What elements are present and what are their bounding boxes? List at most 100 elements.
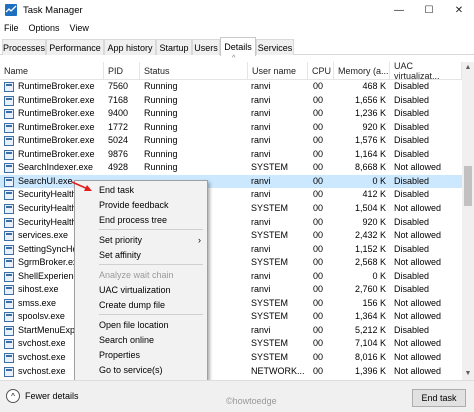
scroll-down-icon[interactable]: ▼ xyxy=(462,368,474,380)
table-row[interactable]: RuntimeBroker.exe 7560 Running ranvi 00 468 K… xyxy=(0,80,462,94)
tab-users[interactable]: Users xyxy=(192,39,220,55)
tab-processes[interactable]: Processes xyxy=(2,39,46,55)
column-user-name[interactable]: User name xyxy=(248,62,308,80)
fewer-details-link[interactable]: ^ Fewer details xyxy=(6,389,79,403)
cell-cpu: 00 xyxy=(313,324,324,335)
process-icon xyxy=(4,109,14,120)
cell-mem: 2,760 K xyxy=(354,284,386,295)
table-row[interactable]: RuntimeBroker.exe 1772 Running ranvi 00 920 K… xyxy=(0,121,462,135)
maximize-button[interactable]: ☐ xyxy=(414,0,444,20)
column-pid[interactable]: PID xyxy=(104,62,140,80)
cell-user: SYSTEM xyxy=(251,230,289,241)
cell-user: ranvi xyxy=(251,270,271,281)
cell-pid: 1772 xyxy=(108,121,129,132)
cell-user: NETWORK... xyxy=(251,365,305,376)
cell-user: SYSTEM xyxy=(251,352,289,362)
table-row[interactable]: SearchUI.exe ranvi 00 0 K Disabled xyxy=(0,174,462,189)
ctx-item-set-priority[interactable]: Set priority › xyxy=(75,234,207,247)
cell-uac: Not allowed xyxy=(394,202,442,213)
tab-services[interactable]: Services xyxy=(256,39,294,55)
ctx-item-properties[interactable]: Properties xyxy=(75,349,207,362)
cell-uac: Not allowed xyxy=(394,297,442,308)
cell-uac: Not allowed xyxy=(394,257,442,268)
table-row[interactable]: ShellExperience... ranvi 00 0 K Disabled xyxy=(0,270,462,284)
table-row[interactable]: SecurityHealthS... SYSTEM 00 1,504 K Not all… xyxy=(0,202,462,216)
table-row[interactable]: smss.exe SYSTEM 00 156 K Not allowed xyxy=(0,297,462,311)
cell-user: ranvi xyxy=(251,284,271,295)
cell-uac: Not allowed xyxy=(394,230,442,241)
table-row[interactable]: SearchIndexer.exe 4928 Running SYSTEM 00 8,66… xyxy=(0,161,462,175)
cell-mem: 1,576 K xyxy=(354,135,386,146)
chevron-up-icon: ^ xyxy=(6,389,20,403)
ctx-item-go-to-services[interactable]: Go to service(s) xyxy=(75,364,207,377)
cell-cpu: 00 xyxy=(313,230,324,241)
ctx-item-search-online[interactable]: Search online xyxy=(75,334,207,347)
scrollbar-thumb[interactable] xyxy=(464,166,472,206)
ctx-item-label: Search online xyxy=(99,335,155,345)
cell-status: Running xyxy=(144,135,178,146)
tab-details[interactable]: Details xyxy=(220,37,256,56)
table-row[interactable]: RuntimeBroker.exe 9876 Running ranvi 00 1,164… xyxy=(0,148,462,162)
column-memory[interactable]: Memory (a... xyxy=(334,62,390,80)
fewer-details-label: Fewer details xyxy=(25,391,79,401)
process-icon xyxy=(4,95,14,106)
table-row[interactable]: sihost.exe ranvi 00 2,760 K Disabled xyxy=(0,283,462,297)
process-icon xyxy=(4,258,14,269)
end-task-button[interactable]: End task xyxy=(412,389,466,407)
scroll-up-icon[interactable]: ▲ xyxy=(462,62,474,74)
ctx-item-open-file-location[interactable]: Open file location xyxy=(75,319,207,332)
cell-status: Running xyxy=(144,94,178,105)
table-row[interactable]: RuntimeBroker.exe 7168 Running ranvi 00 1,656… xyxy=(0,94,462,108)
process-icon xyxy=(4,82,14,92)
table-row[interactable]: SecurityHealthS... ranvi 00 920 K Disabled xyxy=(0,216,462,230)
ctx-item-uac-virtualization[interactable]: UAC virtualization xyxy=(75,284,207,297)
process-icon xyxy=(4,217,14,228)
column-uac-virtualization[interactable]: UAC virtualizat... xyxy=(390,61,462,81)
table-row[interactable]: services.exe SYSTEM 00 2,432 K Not allowed xyxy=(0,229,462,243)
cell-uac: Not allowed xyxy=(394,352,442,362)
cell-mem: 2,432 K xyxy=(354,230,386,241)
vertical-scrollbar[interactable]: ▲ ▼ xyxy=(462,62,474,380)
cell-mem: 1,396 K xyxy=(354,365,386,376)
cell-cpu: 00 xyxy=(313,243,324,254)
cell-uac: Not allowed xyxy=(394,338,442,349)
table-row[interactable]: RuntimeBroker.exe 9400 Running ranvi 00 1,236… xyxy=(0,107,462,121)
cell-user: ranvi xyxy=(251,216,271,227)
table-row[interactable]: RuntimeBroker.exe 5024 Running ranvi 00 1,576… xyxy=(0,134,462,148)
menu-view[interactable]: View xyxy=(70,23,89,33)
table-row[interactable]: StartMenuExpe... ranvi 00 5,212 K Disabled xyxy=(0,324,462,338)
ctx-item-set-affinity[interactable]: Set affinity xyxy=(75,249,207,262)
ctx-item-end-process-tree[interactable]: End process tree xyxy=(75,214,207,227)
table-row[interactable]: SgrmBroker.exe SYSTEM 00 2,568 K Not allowed xyxy=(0,256,462,270)
tab-app-history[interactable]: App history xyxy=(104,39,156,55)
tab-performance[interactable]: Performance xyxy=(46,39,104,55)
ctx-item-end-task[interactable]: End task xyxy=(75,184,207,197)
table-row[interactable]: SettingSyncHos... ranvi 00 1,152 K Disabled xyxy=(0,243,462,257)
column-name[interactable]: Name xyxy=(0,62,104,80)
ctx-item-provide-feedback[interactable]: Provide feedback xyxy=(75,199,207,212)
process-icon xyxy=(4,271,14,282)
table-row[interactable]: svchost.exe SYSTEM 00 7,104 K Not allowed xyxy=(0,337,462,351)
column-cpu[interactable]: CPU xyxy=(308,62,334,80)
tab-startup[interactable]: Startup xyxy=(156,39,192,55)
cell-cpu: 00 xyxy=(313,135,324,146)
ctx-item-label: Provide feedback xyxy=(99,200,169,210)
menu-options[interactable]: Options xyxy=(29,23,60,33)
table-row[interactable]: svchost.exe NETWORK... 00 1,396 K Not allowe… xyxy=(0,365,462,379)
cell-user: SYSTEM xyxy=(251,162,289,173)
column-status[interactable]: Status xyxy=(140,62,248,80)
minimize-button[interactable]: — xyxy=(384,0,414,20)
table-row[interactable]: svchost.exe SYSTEM 00 8,016 K Not allowed xyxy=(0,351,462,365)
sort-indicator-icon: ^ xyxy=(232,55,236,62)
process-icon xyxy=(4,190,14,201)
cell-uac: Disabled xyxy=(394,81,430,91)
cell-name: RuntimeBroker.exe xyxy=(18,121,95,132)
cell-mem: 412 K xyxy=(362,189,386,200)
close-button[interactable]: ✕ xyxy=(444,0,474,20)
process-icon xyxy=(4,149,14,160)
table-row[interactable]: SecurityHealthH... ranvi 00 412 K Disabled xyxy=(0,188,462,202)
ctx-item-create-dump-file[interactable]: Create dump file xyxy=(75,299,207,312)
cell-mem: 1,236 K xyxy=(354,108,386,119)
table-row[interactable]: spoolsv.exe SYSTEM 00 1,364 K Not allowed xyxy=(0,310,462,324)
menu-file[interactable]: File xyxy=(4,23,19,33)
